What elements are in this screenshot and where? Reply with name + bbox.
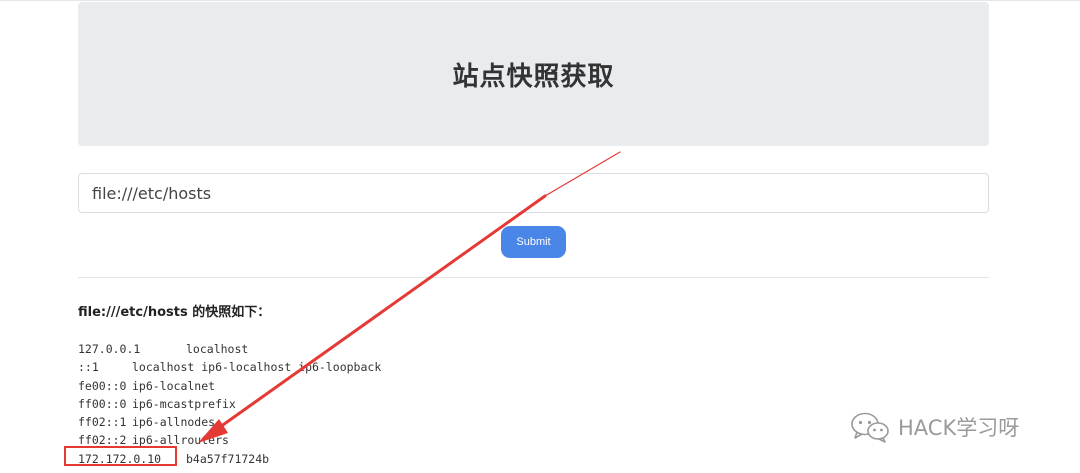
host-address: 127.0.0.1	[78, 342, 141, 356]
header-banner: 站点快照获取	[78, 2, 989, 146]
submit-button[interactable]: Submit	[501, 226, 566, 258]
host-line: ff00::0 ip6-mcastprefix	[78, 395, 381, 413]
host-names: ip6-localnet	[132, 378, 216, 393]
url-input[interactable]	[78, 173, 989, 213]
host-address: fe00::0	[78, 378, 127, 393]
watermark-text: HACK学习呀	[898, 416, 1020, 440]
host-names: ip6-allnodes	[132, 415, 216, 430]
host-line: fe00::0 ip6-localnet	[78, 377, 381, 395]
host-line: ::1 localhost ip6-localhost ip6-loopback	[78, 358, 381, 376]
host-names: b4a57f71724b	[186, 451, 270, 466]
host-names: ip6-mcastprefix	[132, 396, 236, 411]
page: 站点快照获取 Submit file:///etc/hosts 的快照如下： 1…	[0, 0, 1080, 473]
host-line: ff02::1 ip6-allnodes	[78, 413, 381, 431]
highlight-box	[64, 446, 177, 466]
divider	[78, 277, 989, 278]
host-address: ff02::1	[78, 415, 127, 430]
watermark: HACK学习呀	[850, 410, 1019, 444]
host-line: 127.0.0.1 localhost	[78, 340, 381, 358]
wechat-icon	[851, 412, 889, 443]
host-names: localhost	[186, 342, 249, 356]
result-heading: file:///etc/hosts 的快照如下：	[78, 305, 271, 320]
host-address: ff00::0	[78, 396, 127, 411]
host-address: ::1	[78, 360, 99, 375]
top-rule	[0, 0, 1080, 1]
page-title: 站点快照获取	[452, 61, 615, 92]
host-names: localhost ip6-localhost ip6-loopback	[132, 360, 382, 375]
